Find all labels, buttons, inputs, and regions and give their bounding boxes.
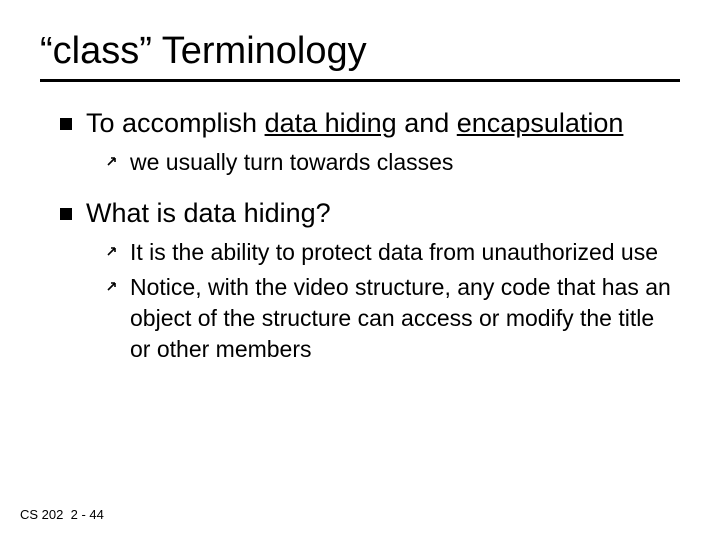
sub-item-text: Notice, with the video structure, any co… [130,272,680,365]
bullet-1-underline-1: data hiding [265,108,397,138]
sub-item: we usually turn towards classes [106,147,680,178]
bullet-1-sublist: we usually turn towards classes [60,147,680,178]
bullet-1: To accomplish data hiding and encapsulat… [60,106,680,141]
sub-item-text: we usually turn towards classes [130,147,453,178]
bullet-1-text: To accomplish data hiding and encapsulat… [86,106,623,141]
bullet-2: What is data hiding? [60,196,680,231]
sub-item-text: It is the ability to protect data from u… [130,237,658,268]
slide-body: To accomplish data hiding and encapsulat… [40,106,680,365]
sub-item: It is the ability to protect data from u… [106,237,680,268]
arrow-icon [106,278,120,292]
footer-page: 2 - 44 [71,507,104,522]
arrow-icon [106,153,120,167]
footer-course: CS 202 [20,507,63,522]
arrow-icon [106,243,120,257]
bullet-2-text: What is data hiding? [86,196,331,231]
slide-footer: CS 202 2 - 44 [20,507,104,522]
bullet-1-pre: To accomplish [86,108,265,138]
sub-item: Notice, with the video structure, any co… [106,272,680,365]
slide-title: “class” Terminology [40,30,680,82]
bullet-2-sublist: It is the ability to protect data from u… [60,237,680,365]
square-bullet-icon [60,118,72,130]
bullet-1-mid: and [397,108,457,138]
square-bullet-icon [60,208,72,220]
bullet-1-underline-2: encapsulation [457,108,624,138]
